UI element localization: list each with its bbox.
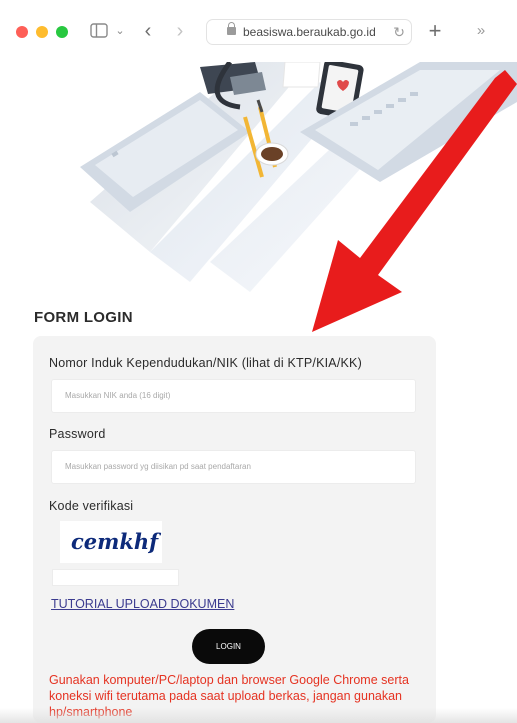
- reload-icon[interactable]: ↻: [393, 20, 405, 44]
- captcha-input[interactable]: [52, 569, 179, 586]
- address-bar[interactable]: beasiswa.beraukab.go.id ↻: [206, 19, 412, 45]
- sidebar-icon[interactable]: [90, 20, 112, 42]
- nik-label: Nomor Induk Kependudukan/NIK (lihat di K…: [49, 356, 362, 370]
- login-form-card: Nomor Induk Kependudukan/NIK (lihat di K…: [33, 336, 436, 723]
- tutorial-upload-link[interactable]: TUTORIAL UPLOAD DOKUMEN: [51, 597, 234, 611]
- bottom-fade: [0, 708, 517, 723]
- red-arrow-annotation: [312, 70, 517, 332]
- new-tab-icon[interactable]: +: [426, 20, 444, 42]
- form-title: FORM LOGIN: [34, 309, 133, 326]
- captcha-image: cemkhf: [60, 521, 162, 563]
- url-text: beasiswa.beraukab.go.id: [243, 25, 376, 39]
- zoom-window-button[interactable]: [56, 26, 68, 38]
- chevron-down-icon[interactable]: ⌄: [114, 20, 126, 42]
- login-button[interactable]: LOGIN: [192, 629, 265, 664]
- forward-icon[interactable]: ›: [172, 20, 188, 42]
- more-icon[interactable]: »: [472, 20, 490, 42]
- lock-icon: [227, 22, 236, 35]
- minimize-window-button[interactable]: [36, 26, 48, 38]
- browser-toolbar: ⌄ ‹ › beasiswa.beraukab.go.id ↻ + »: [0, 0, 517, 62]
- close-window-button[interactable]: [16, 26, 28, 38]
- captcha-label: Kode verifikasi: [49, 499, 134, 513]
- nik-input[interactable]: Masukkan NIK anda (16 digit): [51, 379, 416, 413]
- password-label: Password: [49, 427, 106, 441]
- back-icon[interactable]: ‹: [140, 20, 156, 42]
- password-input[interactable]: Masukkan password yg diisikan pd saat pe…: [51, 450, 416, 484]
